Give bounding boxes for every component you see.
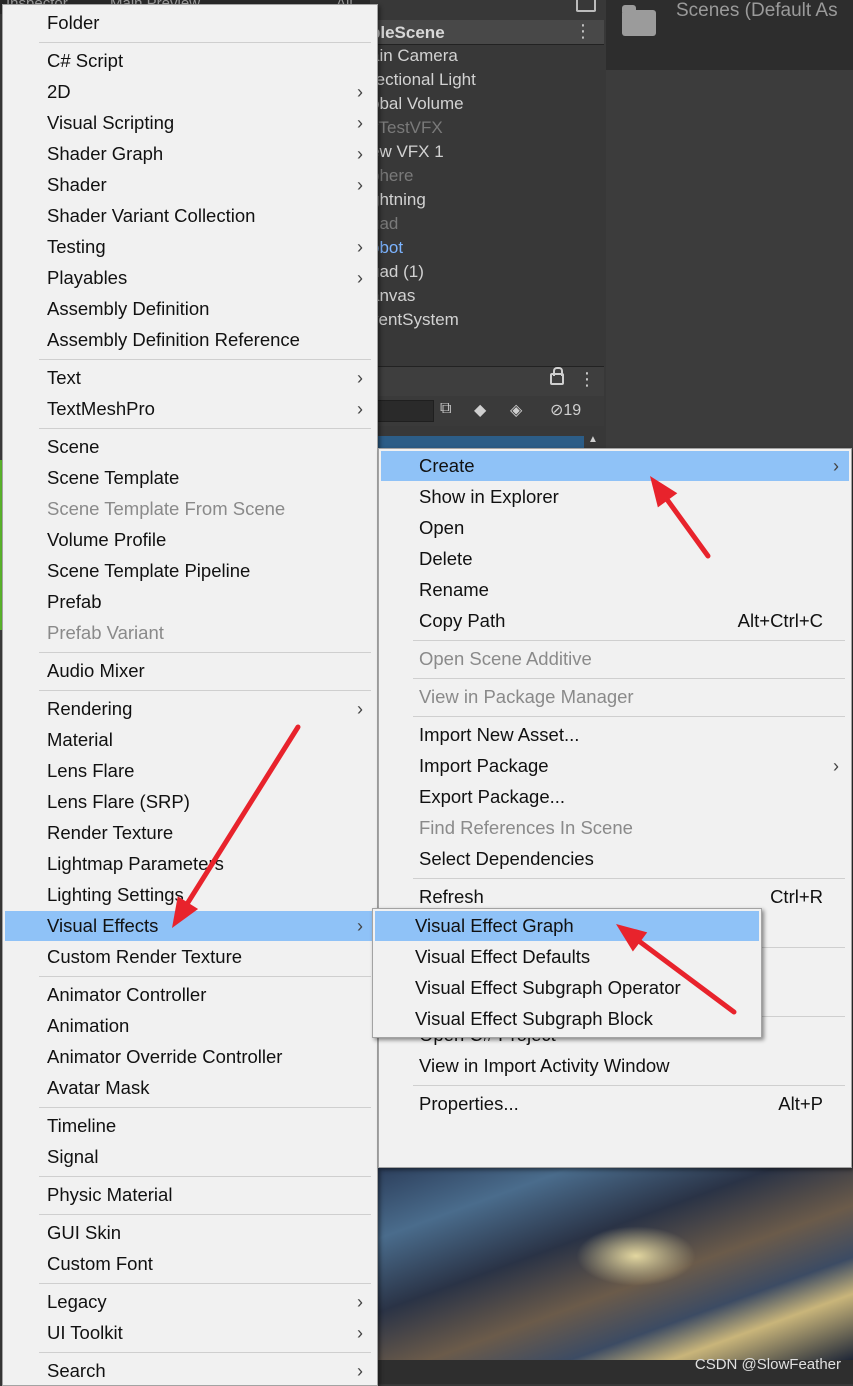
arrow-to-create [650, 476, 711, 559]
arrow-to-visual-effects [172, 724, 301, 928]
arrow-to-visual-effect-graph [616, 924, 737, 1015]
annotation-arrows [172, 476, 737, 1015]
